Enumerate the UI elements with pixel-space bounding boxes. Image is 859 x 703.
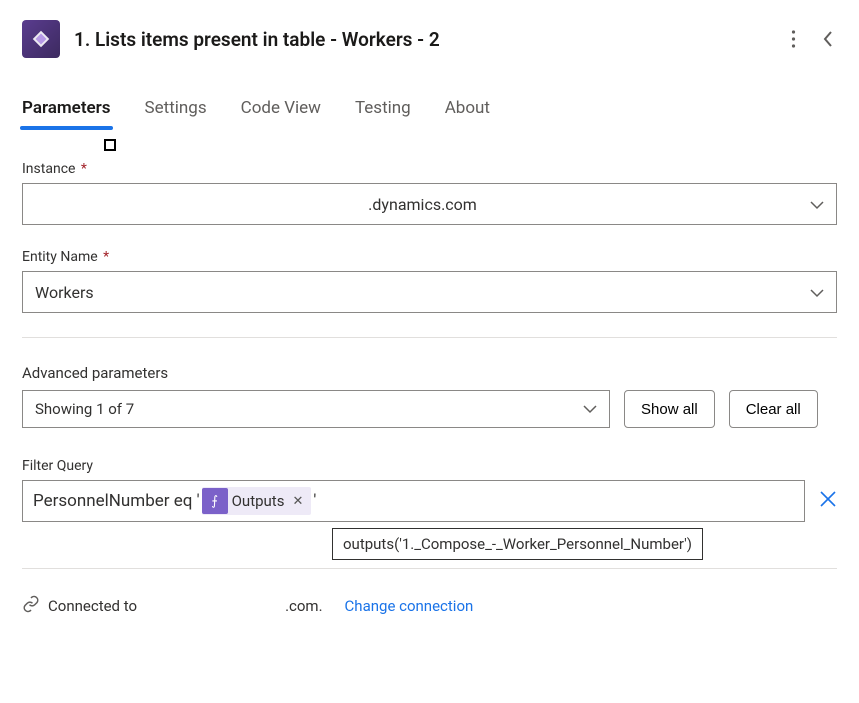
chevron-down-icon <box>810 195 824 214</box>
clear-field-button[interactable] <box>819 489 837 513</box>
entity-value: Workers <box>35 283 810 302</box>
tab-parameters[interactable]: Parameters <box>22 94 111 128</box>
advanced-section: Advanced parameters Showing 1 of 7 Show … <box>22 364 837 428</box>
clear-all-button[interactable]: Clear all <box>729 390 818 428</box>
advanced-params-select[interactable]: Showing 1 of 7 <box>22 390 610 428</box>
collapse-button[interactable] <box>818 26 837 52</box>
advanced-select-value: Showing 1 of 7 <box>35 400 583 418</box>
divider <box>22 337 837 338</box>
chevron-down-icon <box>810 283 824 302</box>
tab-testing[interactable]: Testing <box>355 94 411 128</box>
chevron-down-icon <box>583 400 597 418</box>
action-title: 1. Lists items present in table - Worker… <box>74 28 773 51</box>
advanced-label: Advanced parameters <box>22 364 837 382</box>
token-label: Outputs <box>232 492 285 510</box>
instance-value: .dynamics.com <box>35 195 810 214</box>
fx-icon: ⨍ <box>202 488 228 514</box>
change-connection-link[interactable]: Change connection <box>345 597 474 615</box>
token-remove-button[interactable]: ✕ <box>288 494 307 509</box>
required-asterisk: * <box>100 249 110 265</box>
connected-to-label: Connected to <box>48 597 137 615</box>
dynamic-content-token[interactable]: ⨍ Outputs ✕ <box>202 487 312 515</box>
entity-label-text: Entity Name <box>22 249 98 265</box>
show-all-button[interactable]: Show all <box>624 390 715 428</box>
tab-about[interactable]: About <box>445 94 490 128</box>
filter-prefix-text: PersonnelNumber eq ' <box>33 491 200 511</box>
divider <box>22 568 837 569</box>
tab-code-view[interactable]: Code View <box>241 94 321 128</box>
required-asterisk: * <box>77 161 87 177</box>
connection-row: Connected to .com. Change connection <box>22 595 837 617</box>
field-instance: Instance * .dynamics.com <box>22 161 837 225</box>
tab-strip: Parameters Settings Code View Testing Ab… <box>22 94 837 129</box>
expression-tooltip: outputs('1._Compose_-_Worker_Personnel_N… <box>332 528 703 560</box>
instance-label-text: Instance <box>22 161 75 177</box>
entity-select[interactable]: Workers <box>22 271 837 313</box>
tab-settings[interactable]: Settings <box>145 94 207 128</box>
field-entity-name: Entity Name * Workers <box>22 249 837 313</box>
marker-icon <box>104 139 116 151</box>
connection-domain: .com. <box>285 597 322 615</box>
entity-label: Entity Name * <box>22 249 837 265</box>
instance-label: Instance * <box>22 161 837 177</box>
link-icon <box>22 595 40 617</box>
filter-suffix-text: ' <box>313 491 316 511</box>
action-header: 1. Lists items present in table - Worker… <box>22 20 837 58</box>
connector-icon <box>22 20 60 58</box>
field-filter-query: Filter Query PersonnelNumber eq ' ⨍ Outp… <box>22 458 837 522</box>
instance-select[interactable]: .dynamics.com <box>22 183 837 225</box>
more-menu-button[interactable] <box>787 25 800 53</box>
filter-query-label: Filter Query <box>22 458 837 474</box>
filter-query-input[interactable]: PersonnelNumber eq ' ⨍ Outputs ✕ ' <box>22 480 805 522</box>
